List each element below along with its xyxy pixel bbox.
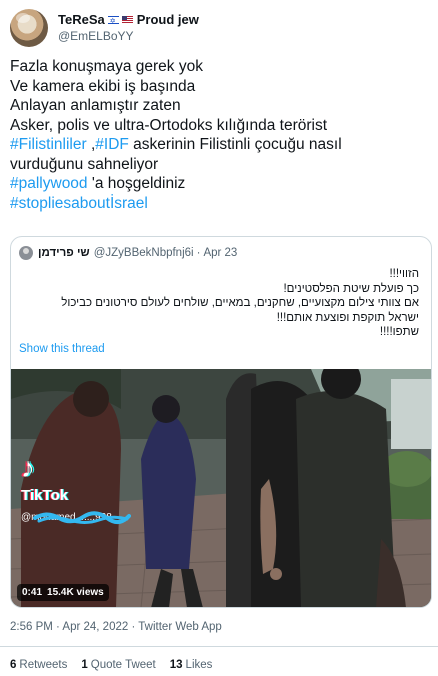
tweet-text-segment: Asker, polis ve ultra-Ortodoks kılığında… [10,116,328,134]
tweet: TeReSa Proud jew @EmELBoYY Fazla konuşma… [0,0,438,676]
stat-count: 6 [10,659,17,671]
quoted-tweet-header: שי פרידמן @JZyBBekNbpfnj6i · Apr 23 [19,246,237,260]
tweet-text-line: Asker, polis ve ultra-Ortodoks kılığında… [10,116,430,136]
author-display-name[interactable]: TeReSa [58,11,105,28]
stat-likes[interactable]: 13 Likes [170,659,213,671]
us-flag-icon [121,15,133,24]
tweet-text-segment: vurduğunu sahneliyor [10,155,159,173]
tweet-text-segment: , [86,136,96,153]
author-name-suffix: Proud jew [136,12,199,27]
author-names: TeReSa Proud jew @EmELBoYY [58,11,199,45]
tweet-timestamp[interactable]: 2:56 PM · Apr 24, 2022 · Twitter Web App [10,621,222,633]
tweet-text-line: vurduğunu sahneliyor [10,155,430,175]
tweet-text-segment: Fazla konuşmaya gerek yok [10,58,203,75]
video-stats-badge: 0:41 15.4K views [17,584,109,601]
stat-quote-tweet[interactable]: 1 Quote Tweet [81,659,155,671]
stat-count: 13 [169,659,183,671]
stat-label: Likes [185,659,213,671]
quoted-text-line: הזווי!!! [389,268,419,280]
tweet-text: Fazla konuşmaya gerek yok Ve kamera ekibi… [10,57,430,213]
tweet-text-segment: Ve kamera ekibi iş başında [10,77,196,95]
quoted-text-line: שתפו!!!! [379,326,419,338]
stat-label: Retweets [19,659,68,671]
video-views: 15.4K views [47,587,104,598]
tweet-text-line: #stopliesaboutİsrael [10,194,430,214]
quoted-text-line: ישראל תוקפת ופוצעת אותם!!! [276,311,419,324]
redaction-scribble [33,511,131,524]
tweet-text-line: #Filistinliler ,#IDF askerinin Filistinl… [10,135,430,155]
quoted-text-line: אם צוותי צילום מקצועיים, שחקנים, במאיים,… [61,297,419,309]
quoted-tweet[interactable]: שי פרידמן @JZyBBekNbpfnj6i · Apr 23 הזוו… [10,236,432,608]
tweet-text-line: Fazla konuşmaya gerek yok [10,57,430,77]
video-frame [11,369,431,607]
quoted-separator: · [196,247,201,259]
hashtag-link[interactable]: #pallywood [10,175,88,192]
video-player[interactable]: ♪ TikTok @mohamed.......938 0:41 15.4K v… [11,369,431,607]
hashtag-link[interactable]: #IDF [95,136,129,153]
tiktok-watermark: ♪ TikTok [21,452,68,505]
tiktok-logo-icon: ♪ [21,452,35,483]
hashtag-link[interactable]: #Filistinliler [10,136,87,153]
author-avatar[interactable] [10,9,48,47]
tweet-text-segment: 'a hoşgeldiniz [87,175,186,192]
tweet-text-segment: askerinin Filistinli çocuğu nasıl [128,136,342,153]
author-name-row[interactable]: TeReSa Proud jew [58,11,199,30]
tweet-stats: 6 Retweets 1 Quote Tweet 13 Likes [10,659,226,671]
tweet-text-line: Ve kamera ekibi iş başında [10,77,430,97]
tweet-text-segment: Anlayan anlamıştır zaten [10,97,181,114]
tweet-text-line: Anlayan anlamıştır zaten [10,96,430,116]
quoted-author-name: שי פרידמן [38,247,90,259]
video-duration: 0:41 [22,587,43,598]
hashtag-link[interactable]: #stopliesaboutİsrael [10,195,148,212]
stat-count: 1 [81,659,88,671]
quoted-author-handle: @JZyBBekNbpfnj6i [93,247,194,259]
divider [0,646,438,647]
quoted-text-line: כך פועלת שיטת הפלסטינים! [283,282,419,295]
stat-label: Quote Tweet [90,659,156,671]
show-thread-link[interactable]: Show this thread [19,343,105,355]
stat-retweets[interactable]: 6 Retweets [10,659,67,671]
tweet-text-line: #pallywood 'a hoşgeldiniz [10,174,430,194]
author-handle[interactable]: @EmELBoYY [58,28,199,45]
israel-flag-icon [107,13,119,30]
tiktok-wordmark: TikTok [21,487,68,504]
tweet-header: TeReSa Proud jew @EmELBoYY [10,8,199,48]
quoted-tweet-text: הזווי!!! כך פועלת שיטת הפלסטינים! אם צוותי… [19,267,419,340]
quoted-author-avatar [19,246,33,260]
quoted-date: Apr 23 [203,247,238,259]
